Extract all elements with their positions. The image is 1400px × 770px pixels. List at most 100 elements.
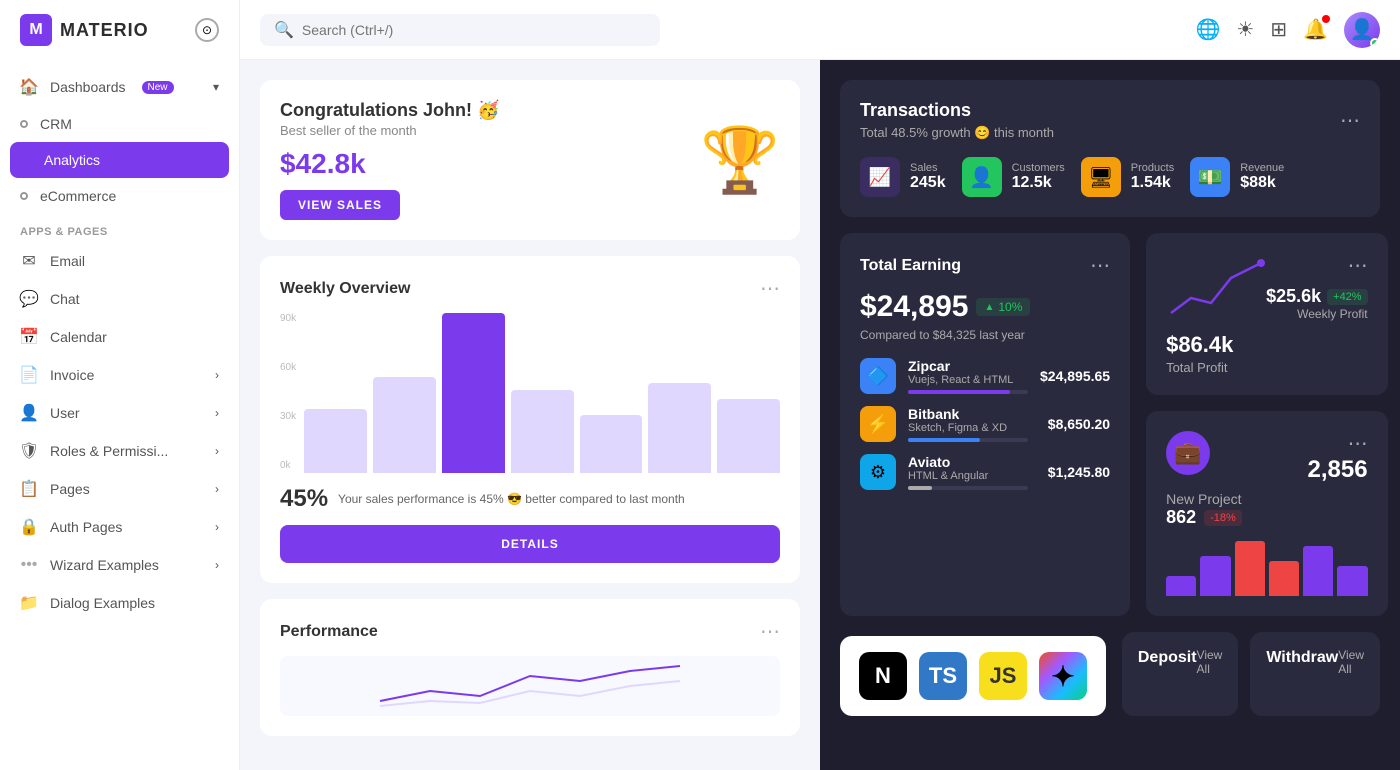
content-area: Congratulations John! 🥳 Best seller of t…	[240, 60, 1400, 770]
y-label-60k: 60k	[280, 362, 296, 373]
congrats-amount: $42.8k	[280, 148, 499, 180]
sidebar-item-wizard[interactable]: ••• Wizard Examples ›	[0, 546, 239, 584]
performance-card: Performance ⋯	[260, 599, 800, 736]
bar-6	[648, 383, 711, 473]
profit-card-header: ⋯ $25.6k +42% Weekly Profit	[1166, 253, 1368, 328]
bottom-section: N TS JS ✦ Deposit View All Wi	[840, 632, 1380, 716]
total-profit-big-card: ⋯ $25.6k +42% Weekly Profit $86.4k Total…	[1146, 233, 1388, 395]
home-icon: 🏠	[20, 78, 38, 96]
sidebar-item-auth[interactable]: 🔒 Auth Pages ›	[0, 508, 239, 546]
profit-column: ⋯ $25.6k +42% Weekly Profit $86.4k Total…	[1146, 233, 1388, 616]
withdraw-card: Withdraw View All	[1250, 632, 1380, 716]
topbar-right: 🌐 ☀ ⊞ 🔔 👤	[1195, 12, 1380, 48]
stat-revenue-info: Revenue $88k	[1240, 162, 1284, 192]
profit-menu-button[interactable]: ⋯	[1348, 253, 1368, 278]
trans-header-info: Transactions Total 48.5% growth 😊 this m…	[860, 100, 1054, 141]
earning-growth-badge: ▲ 10%	[976, 298, 1030, 316]
typescript-logo: TS	[919, 652, 967, 700]
sidebar-item-ecommerce[interactable]: eCommerce	[0, 178, 239, 214]
sidebar-item-user[interactable]: 👤 User ›	[0, 394, 239, 432]
sidebar-item-crm[interactable]: CRM	[0, 106, 239, 142]
earning-item-zipcar: 🔷 Zipcar Vuejs, React & HTML $24,895.65	[860, 358, 1110, 394]
mini-bar-1	[1166, 576, 1196, 596]
aviato-progress-fill	[908, 486, 932, 490]
bar-2	[373, 377, 436, 473]
stat-revenue: 💵 Revenue $88k	[1190, 157, 1284, 197]
transactions-menu-button[interactable]: ⋯	[1340, 108, 1360, 133]
weekly-menu-button[interactable]: ⋯	[760, 276, 780, 301]
bitbank-name: Bitbank	[908, 406, 1028, 422]
earning-item-aviato: ⚙ Aviato HTML & Angular $1,245.80	[860, 454, 1110, 490]
sidebar-item-pages[interactable]: 📋 Pages ›	[0, 470, 239, 508]
earning-item-bitbank: ⚡ Bitbank Sketch, Figma & XD $8,650.20	[860, 406, 1110, 442]
view-sales-button[interactable]: VIEW SALES	[280, 190, 400, 220]
mini-bar-5	[1303, 546, 1333, 596]
sidebar-item-roles[interactable]: 🛡 Roles & Permissi... ›	[0, 432, 239, 470]
transactions-subtitle: Total 48.5% growth 😊 this month	[860, 125, 1054, 141]
section-label-apps: APPS & PAGES	[0, 214, 239, 242]
details-button[interactable]: DETAILS	[280, 525, 780, 563]
congrats-title: Congratulations John! 🥳	[280, 100, 499, 121]
sidebar: M MATERIO ⊙ 🏠 Dashboards New ▾ CRM Analy…	[0, 0, 240, 770]
withdraw-header: Withdraw View All	[1266, 648, 1364, 676]
earning-menu-button[interactable]: ⋯	[1090, 253, 1110, 278]
theme-icon[interactable]: ☀	[1236, 17, 1254, 42]
sidebar-item-dialog[interactable]: 📁 Dialog Examples	[0, 584, 239, 622]
transactions-stats: 📈 Sales 245k 👤 Customers 12.5k	[860, 157, 1360, 197]
search-input[interactable]	[302, 22, 646, 38]
sidebar-item-invoice[interactable]: 📄 Invoice ›	[0, 356, 239, 394]
up-arrow-icon: ▲	[984, 302, 994, 313]
sidebar-item-label: Chat	[50, 291, 80, 307]
chevron-right-icon: ›	[215, 444, 219, 458]
zipcar-progress-bar	[908, 390, 1028, 394]
perf-menu-button[interactable]: ⋯	[760, 619, 780, 644]
chevron-down-icon: ▾	[213, 80, 219, 94]
user-icon: 👤	[20, 404, 38, 422]
logo-icon: M	[20, 14, 52, 46]
bitbank-progress-bar	[908, 438, 1028, 442]
translate-icon[interactable]: 🌐	[1195, 17, 1220, 42]
trophy-icon: 🏆	[700, 123, 780, 198]
aviato-sub: HTML & Angular	[908, 470, 1028, 482]
products-icon: 🖥	[1081, 157, 1121, 197]
deposit-view-all[interactable]: View All	[1197, 648, 1223, 676]
dot-icon	[24, 156, 32, 164]
sidebar-item-label: Analytics	[44, 152, 100, 168]
congratulations-card: Congratulations John! 🥳 Best seller of t…	[260, 80, 800, 240]
grid-icon[interactable]: ⊞	[1270, 17, 1287, 42]
dialog-icon: 📁	[20, 594, 38, 612]
zipcar-name: Zipcar	[908, 358, 1028, 374]
search-box[interactable]: 🔍	[260, 14, 660, 46]
calendar-icon: 📅	[20, 328, 38, 346]
project-mini-bars	[1166, 536, 1368, 596]
weekly-profit-amount: $25.6k	[1266, 286, 1321, 307]
bar-4	[511, 390, 574, 473]
bar-3	[442, 313, 505, 473]
sidebar-item-calendar[interactable]: 📅 Calendar	[0, 318, 239, 356]
mini-bar-2	[1200, 556, 1230, 596]
weekly-title: Weekly Overview	[280, 280, 410, 298]
main-area: 🔍 🌐 ☀ ⊞ 🔔 👤 Congratulations John! 🥳	[240, 0, 1400, 770]
sidebar-item-dashboards[interactable]: 🏠 Dashboards New ▾	[0, 68, 239, 106]
bitbank-sub: Sketch, Figma & XD	[908, 422, 1028, 434]
transactions-title: Transactions	[860, 100, 1054, 121]
content-left: Congratulations John! 🥳 Best seller of t…	[240, 60, 820, 770]
logo: M MATERIO ⊙	[0, 0, 239, 60]
theme-toggle[interactable]: ⊙	[195, 18, 219, 42]
zipcar-logo: 🔷	[860, 358, 896, 394]
sidebar-item-email[interactable]: ✉ Email	[0, 242, 239, 280]
withdraw-view-all[interactable]: View All	[1338, 648, 1364, 676]
transactions-card: Transactions Total 48.5% growth 😊 this m…	[840, 80, 1380, 217]
bell-icon[interactable]: 🔔	[1303, 17, 1328, 42]
stat-customers: 👤 Customers 12.5k	[962, 157, 1065, 197]
avatar[interactable]: 👤	[1344, 12, 1380, 48]
project-menu-button[interactable]: ⋯	[1348, 431, 1368, 456]
chart-bars	[304, 313, 780, 473]
sidebar-item-analytics[interactable]: Analytics	[10, 142, 229, 178]
chevron-right-icon: ›	[215, 406, 219, 420]
deposit-card: Deposit View All	[1122, 632, 1238, 716]
bitbank-info: Bitbank Sketch, Figma & XD	[908, 406, 1028, 442]
congrats-info: Congratulations John! 🥳 Best seller of t…	[280, 100, 499, 220]
sidebar-item-label: Roles & Permissi...	[50, 443, 168, 459]
sidebar-item-chat[interactable]: 💬 Chat	[0, 280, 239, 318]
